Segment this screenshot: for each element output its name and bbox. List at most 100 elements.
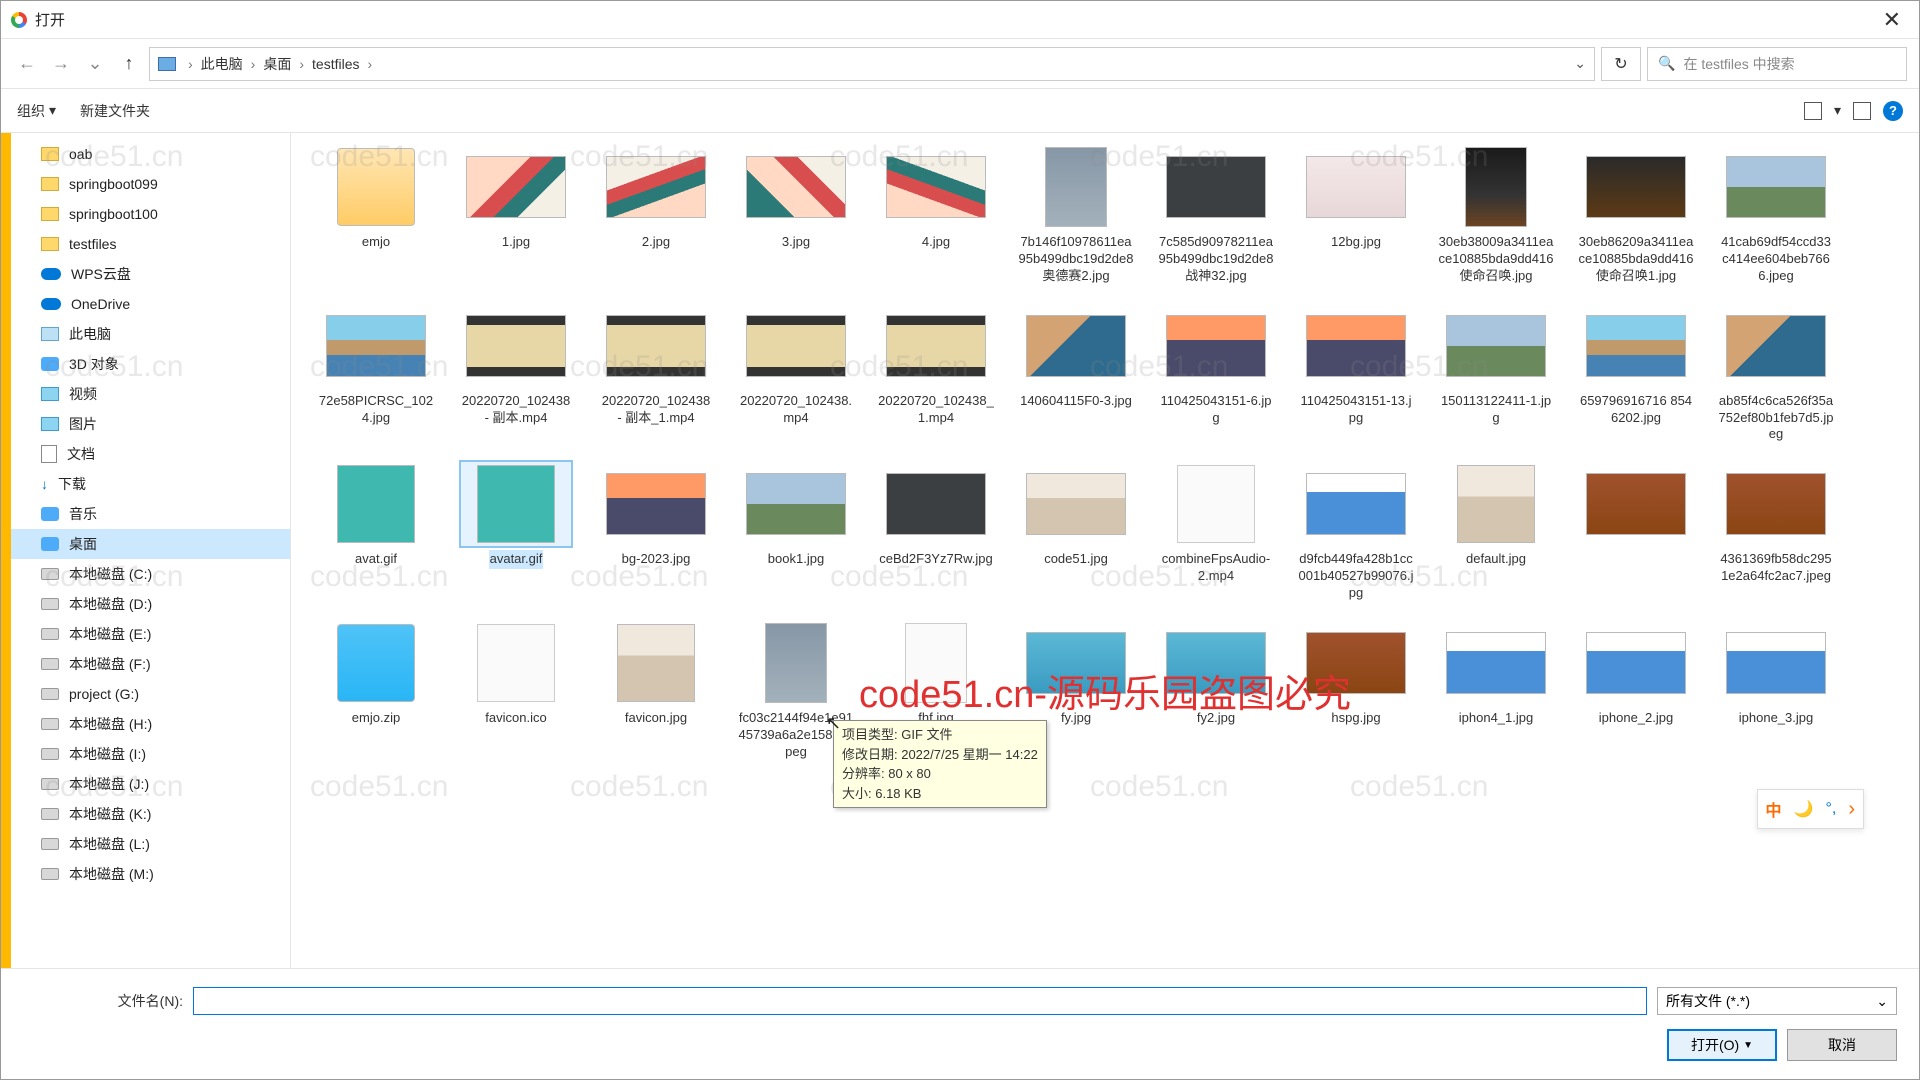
sidebar-item[interactable]: springboot100 [11,199,290,229]
file-tile[interactable]: default.jpg [1435,462,1557,603]
close-button[interactable]: ✕ [1867,3,1917,37]
file-tile[interactable]: 12bg.jpg [1295,145,1417,286]
file-tile[interactable]: 110425043151-13.jpg [1295,304,1417,445]
file-tile[interactable] [1575,462,1697,603]
file-tile[interactable]: 2.jpg [595,145,717,286]
search-input[interactable]: 🔍 在 testfiles 中搜索 [1647,47,1907,81]
file-tile[interactable]: ceBd2F3Yz7Rw.jpg [875,462,997,603]
sidebar-item[interactable]: 文档 [11,439,290,469]
sidebar-item[interactable]: 本地磁盘 (H:) [11,709,290,739]
file-tile[interactable]: emjo [315,145,437,286]
sidebar-item[interactable]: 本地磁盘 (D:) [11,589,290,619]
file-tile[interactable]: 110425043151-6.jpg [1155,304,1277,445]
sidebar-item[interactable]: 本地磁盘 (J:) [11,769,290,799]
file-tile[interactable]: 3.jpg [735,145,857,286]
file-tile[interactable]: book1.jpg [735,462,857,603]
file-tile[interactable]: bg-2023.jpg [595,462,717,603]
forward-button[interactable]: → [47,50,75,78]
file-tile[interactable]: iphon4_1.jpg [1435,621,1557,762]
file-tile[interactable]: 72e58PICRSC_1024.jpg [315,304,437,445]
file-tile[interactable]: 150113122411-1.jpg [1435,304,1557,445]
file-tile[interactable]: iphone_3.jpg [1715,621,1837,762]
sidebar-item[interactable]: 本地磁盘 (L:) [11,829,290,859]
sidebar-item[interactable]: project (G:) [11,679,290,709]
up-button[interactable]: ↑ [115,50,143,78]
file-tile[interactable]: 140604115F0-3.jpg [1015,304,1137,445]
navbar: ← → ⌄ ↑ › 此电脑 › 桌面 › testfiles › ⌄ ↻ 🔍 在… [1,39,1919,89]
sidebar-item[interactable]: 本地磁盘 (M:) [11,859,290,889]
cancel-button[interactable]: 取消 [1787,1029,1897,1061]
breadcrumb[interactable]: › 此电脑 › 桌面 › testfiles › ⌄ [149,47,1595,81]
back-button[interactable]: ← [13,50,41,78]
file-tile[interactable]: 30eb86209a3411eace10885bda9dd416使命召唤1.jp… [1575,145,1697,286]
file-tile[interactable]: favicon.jpg [595,621,717,762]
sidebar-item[interactable]: WPS云盘 [11,259,290,289]
crumb-folder[interactable]: testfiles [312,56,359,72]
search-placeholder: 在 testfiles 中搜索 [1683,54,1794,74]
file-tile[interactable]: 41cab69df54ccd33c414ee604beb7666.jpeg [1715,145,1837,286]
tooltip: 项目类型: GIF 文件 修改日期: 2022/7/25 星期一 14:22 分… [833,720,1047,808]
view-icons-button[interactable] [1804,102,1822,120]
file-tile[interactable]: iphone_2.jpg [1575,621,1697,762]
sidebar-item[interactable]: 图片 [11,409,290,439]
crumb-pc[interactable]: 此电脑 [201,54,243,74]
file-tile[interactable]: avatar.gif [455,462,577,603]
sidebar-item[interactable]: testfiles [11,229,290,259]
file-tile[interactable]: 7b146f10978611ea95b499dbc19d2de8奥德赛2.jpg [1015,145,1137,286]
sidebar-item[interactable]: 本地磁盘 (E:) [11,619,290,649]
sidebar-item[interactable]: 音乐 [11,499,290,529]
sidebar-item[interactable]: 本地磁盘 (I:) [11,739,290,769]
file-tile[interactable]: 7c585d90978211ea95b499dbc19d2de8战神32.jpg [1155,145,1277,286]
sidebar-item[interactable]: 3D 对象 [11,349,290,379]
filename-input[interactable] [193,987,1647,1015]
file-tile[interactable]: 20220720_102438_1.mp4 [875,304,997,445]
sidebar-item[interactable]: 此电脑 [11,319,290,349]
file-tile[interactable]: 20220720_102438.mp4 [735,304,857,445]
file-tile[interactable]: d9fcb449fa428b1cc001b40527b99076.jpg [1295,462,1417,603]
crumb-desktop[interactable]: 桌面 [263,54,291,74]
sidebar-item[interactable]: 本地磁盘 (K:) [11,799,290,829]
sidebar-item[interactable]: 本地磁盘 (F:) [11,649,290,679]
file-tile[interactable]: 659796916716 8546202.jpg [1575,304,1697,445]
view-details-button[interactable] [1853,102,1871,120]
filetype-select[interactable]: 所有文件 (*.*)⌄ [1657,987,1897,1015]
ime-lang[interactable]: 中 [1766,797,1782,821]
sidebar-item[interactable]: 本地磁盘 (C:) [11,559,290,589]
file-tile[interactable]: 20220720_102438 - 副本_1.mp4 [595,304,717,445]
sidebar-item[interactable]: 视频 [11,379,290,409]
file-dialog: 打开 ✕ ← → ⌄ ↑ › 此电脑 › 桌面 › testfiles › ⌄ … [0,0,1920,1080]
chevron-down-icon[interactable]: ⌄ [1574,55,1586,72]
titlebar: 打开 ✕ [1,1,1919,39]
file-tile[interactable]: 30eb38009a3411eace10885bda9dd416使命召唤.jpg [1435,145,1557,286]
sidebar-item[interactable]: ↓下载 [11,469,290,499]
file-tile[interactable]: 1.jpg [455,145,577,286]
file-tile[interactable]: 20220720_102438 - 副本.mp4 [455,304,577,445]
help-button[interactable]: ? [1883,101,1903,121]
sidebar-item[interactable]: 桌面 [11,529,290,559]
ime-bar[interactable]: 中 🌙 °, › [1757,789,1864,829]
file-tile[interactable]: avat.gif [315,462,437,603]
file-tile[interactable]: hspg.jpg [1295,621,1417,762]
sidebar-item[interactable]: oab [11,139,290,169]
file-tile[interactable]: code51.jpg [1015,462,1137,603]
file-tile[interactable]: ab85f4c6ca526f35a752ef80b1feb7d5.jpeg [1715,304,1837,445]
nav-dropdown[interactable]: ⌄ [81,50,109,78]
new-folder-button[interactable]: 新建文件夹 [80,101,150,121]
file-tile[interactable]: combineFpsAudio-2.mp4 [1155,462,1277,603]
ime-punct-icon[interactable]: °, [1825,800,1836,818]
moon-icon[interactable]: 🌙 [1794,799,1814,819]
sidebar-item[interactable]: springboot099 [11,169,290,199]
pc-icon [158,57,176,71]
file-tile[interactable]: fy2.jpg [1155,621,1277,762]
refresh-button[interactable]: ↻ [1601,47,1641,81]
open-button[interactable]: 打开(O) ▼ [1667,1029,1777,1061]
file-tile[interactable]: emjo.zip [315,621,437,762]
organize-button[interactable]: 组织 ▾ [17,101,56,121]
bottom-bar: 文件名(N): 所有文件 (*.*)⌄ 打开(O) ▼ 取消 [1,968,1919,1079]
file-area[interactable]: emjo1.jpg2.jpg3.jpg4.jpg7b146f10978611ea… [291,133,1919,968]
ime-arrow-icon[interactable]: › [1848,798,1855,821]
file-tile[interactable]: 4361369fb58dc2951e2a64fc2ac7.jpeg [1715,462,1837,603]
sidebar-item[interactable]: OneDrive [11,289,290,319]
file-tile[interactable]: favicon.ico [455,621,577,762]
file-tile[interactable]: 4.jpg [875,145,997,286]
